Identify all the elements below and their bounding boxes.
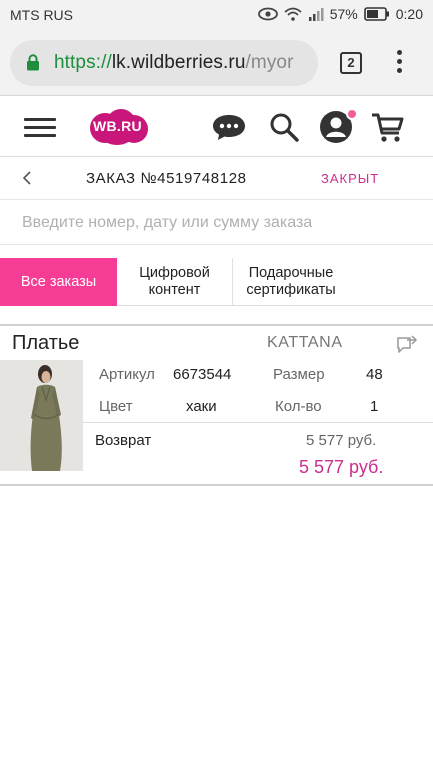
signal-icon: [308, 8, 324, 21]
article-value: 6673544: [173, 366, 232, 383]
carrier-name: MTS RUS: [10, 7, 73, 23]
share-icon[interactable]: [396, 334, 418, 354]
chat-icon[interactable]: [211, 109, 247, 145]
size-label: Размер: [273, 366, 325, 383]
lock-icon: [27, 54, 39, 71]
quantity-value: 1: [370, 398, 379, 415]
wifi-icon: [284, 7, 302, 21]
url-host: lk.wildberries.ru: [111, 52, 246, 73]
order-title: ЗАКАЗ №4519748128: [86, 170, 247, 187]
site-header: WB.RU: [0, 97, 433, 157]
order-item: Платье KATTANA Артикул 6673544 Размер 48…: [0, 324, 433, 486]
address-bar[interactable]: https://lk.wildberries.ru/myor: [10, 40, 318, 86]
menu-icon[interactable]: [24, 118, 56, 138]
status-icons: 57% 0:20: [257, 6, 423, 22]
article-label: Артикул: [99, 366, 155, 383]
product-image[interactable]: [0, 360, 83, 471]
battery-icon: [363, 7, 389, 21]
url-scheme: https://: [54, 52, 112, 73]
dress-photo: [0, 360, 83, 471]
eye-icon: [257, 7, 278, 21]
order-tabs: Все заказы Цифровой контент Подарочные с…: [0, 258, 433, 306]
product-brand: KATTANA: [267, 334, 343, 351]
logo-text: WB.RU: [93, 118, 142, 134]
status-bar: MTS RUS 57% 0:20: [0, 0, 433, 30]
tab-switcher-button[interactable]: 2: [340, 52, 362, 74]
url-text: https://lk.wildberries.ru/myor: [54, 52, 294, 74]
return-price: 5 577 руб.: [306, 432, 377, 449]
tab-gift-certificates[interactable]: Подарочные сертификаты: [232, 258, 349, 306]
order-search-input[interactable]: [0, 201, 433, 245]
total-price: 5 577 руб.: [299, 457, 384, 477]
tab-all-orders[interactable]: Все заказы: [0, 258, 117, 306]
wb-logo[interactable]: WB.RU: [86, 107, 150, 147]
battery-percent: 57%: [329, 6, 358, 22]
order-header: ЗАКАЗ №4519748128 ЗАКРЫТ: [0, 158, 433, 200]
url-path: /myor: [245, 52, 294, 73]
back-chevron-icon[interactable]: [20, 168, 34, 188]
color-value: хаки: [186, 398, 217, 415]
color-label: Цвет: [99, 398, 133, 415]
size-value: 48: [366, 366, 383, 383]
cart-icon[interactable]: [370, 109, 406, 145]
return-label: Возврат: [95, 432, 152, 449]
specs-divider: [83, 422, 433, 423]
browser-menu-button[interactable]: [394, 50, 404, 78]
notification-dot: [346, 108, 358, 120]
tab-digital-content[interactable]: Цифровой контент: [117, 258, 232, 306]
clock: 0:20: [395, 6, 423, 22]
order-status-badge: ЗАКРЫТ: [321, 171, 380, 186]
quantity-label: Кол-во: [275, 398, 322, 415]
browser-toolbar: https://lk.wildberries.ru/myor 2: [0, 30, 433, 96]
product-name: Платье: [12, 332, 80, 354]
search-icon[interactable]: [266, 109, 302, 145]
order-search: [0, 201, 433, 245]
